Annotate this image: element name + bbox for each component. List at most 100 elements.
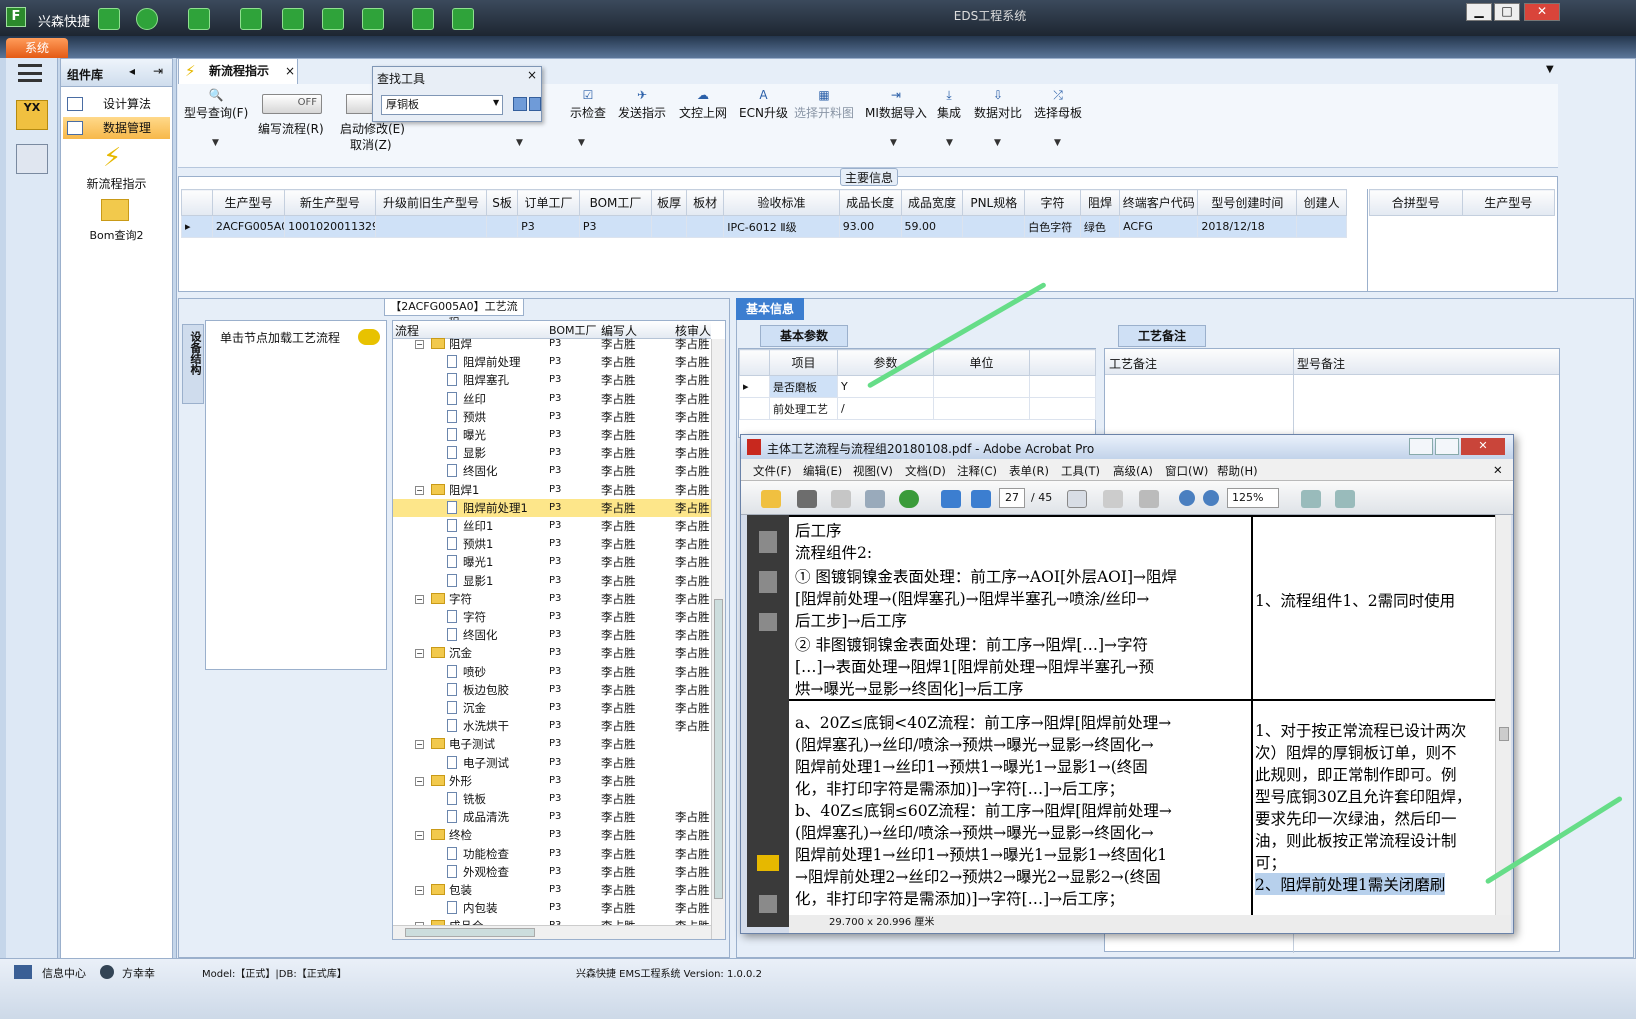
save-icon[interactable] bbox=[831, 490, 851, 508]
dropdown-arrow-icon[interactable]: ▼ bbox=[212, 138, 219, 148]
table-row[interactable]: ▸2ACFG005A010010200113292 P3P3 IPC-6012 Ⅱ级… bbox=[181, 215, 1347, 238]
col-header[interactable]: 型号创建时间 bbox=[1197, 189, 1298, 216]
menu-document[interactable]: 文档(D) bbox=[905, 463, 946, 479]
menu-comment[interactable]: 注释(C) bbox=[957, 463, 997, 479]
close-button[interactable]: ✕ bbox=[1461, 438, 1505, 455]
tree-row[interactable]: − 电子测试 P3 李占胜 bbox=[393, 735, 711, 753]
tree-row[interactable]: 内包装 P3 李占胜 李占胜 bbox=[393, 899, 711, 917]
menu-view[interactable]: 视图(V) bbox=[853, 463, 893, 479]
zoom-out-icon[interactable] bbox=[1179, 490, 1195, 506]
col-header[interactable]: 板材 bbox=[686, 189, 725, 216]
next-icon[interactable] bbox=[529, 97, 541, 111]
select-motherboard-button[interactable]: ⤮ 选择母板 bbox=[1034, 88, 1082, 121]
maximize-button[interactable] bbox=[1435, 438, 1459, 455]
col-header[interactable]: BOM工厂 bbox=[578, 189, 653, 216]
open-folder-icon[interactable] bbox=[761, 490, 781, 508]
tree-row[interactable]: 阻焊前处理 P3 李占胜 李占胜 bbox=[393, 353, 711, 371]
dropdown-arrow-icon[interactable]: ▼ bbox=[1546, 64, 1554, 75]
tree-row[interactable]: − 终检 P3 李占胜 李占胜 bbox=[393, 826, 711, 844]
minimize-button[interactable]: ▁ bbox=[1466, 3, 1492, 21]
info-center[interactable]: 信息中心 bbox=[42, 965, 86, 981]
col-header[interactable]: 创建人 bbox=[1296, 189, 1347, 216]
integrate-button[interactable]: ⤓ 集成 bbox=[937, 88, 961, 121]
check-button[interactable]: ☑ 示检查 bbox=[570, 88, 606, 121]
print-icon[interactable] bbox=[797, 490, 817, 508]
tree-row[interactable]: 铣板 P3 李占胜 bbox=[393, 790, 711, 808]
expand-icon[interactable]: − bbox=[415, 740, 424, 750]
edit-flow-button[interactable]: 编写流程(R) bbox=[258, 120, 324, 137]
finder-select[interactable]: 厚铜板 bbox=[381, 95, 503, 115]
tree-h-scrollbar[interactable] bbox=[393, 925, 711, 939]
menu-form[interactable]: 表单(R) bbox=[1009, 463, 1049, 479]
tab-basic-info[interactable]: 基本信息 bbox=[736, 298, 804, 320]
attachments-icon[interactable] bbox=[759, 895, 777, 913]
tree-row[interactable]: 曝光 P3 李占胜 李占胜 bbox=[393, 426, 711, 444]
yx-logo-icon[interactable]: YX bbox=[16, 100, 48, 130]
prev-icon[interactable] bbox=[513, 97, 527, 111]
next-page-icon[interactable] bbox=[971, 490, 991, 508]
folder-icon[interactable] bbox=[101, 199, 129, 221]
start-modify-toggle[interactable] bbox=[346, 94, 374, 114]
col-header[interactable]: 阻焊 bbox=[1079, 189, 1121, 216]
mi-import-button[interactable]: ⇥ MI数据导入 bbox=[865, 88, 927, 121]
tree-row[interactable]: 阻焊塞孔 P3 李占胜 李占胜 bbox=[393, 371, 711, 389]
launch-new-flow[interactable]: 新流程指示 bbox=[61, 175, 172, 192]
col-header[interactable]: 合拼型号 bbox=[1369, 189, 1463, 216]
expand-icon[interactable]: − bbox=[415, 831, 424, 841]
signatures-icon[interactable] bbox=[759, 613, 777, 631]
tab-process-remark[interactable]: 工艺备注 bbox=[1118, 325, 1206, 347]
col-header[interactable]: 工艺备注 bbox=[1109, 355, 1157, 372]
zoom-select[interactable]: 125% bbox=[1227, 488, 1279, 508]
launch-bom-query[interactable]: Bom查询2 bbox=[61, 227, 172, 243]
expand-icon[interactable]: − bbox=[415, 886, 424, 895]
tree-row[interactable]: 板边包胶 P3 李占胜 李占胜 bbox=[393, 681, 711, 699]
doc-online-button[interactable]: ☁ 文控上网 bbox=[679, 88, 727, 121]
col-header[interactable]: S板 bbox=[486, 189, 519, 216]
tree-scrollbar[interactable] bbox=[711, 339, 725, 939]
col-header[interactable]: 验收标准 bbox=[723, 189, 840, 216]
tree-row[interactable]: 功能检查 P3 李占胜 李占胜 bbox=[393, 845, 711, 863]
dropdown-arrow-icon[interactable]: ▼ bbox=[994, 138, 1001, 148]
grid-icon[interactable] bbox=[14, 965, 32, 979]
minimize-button[interactable] bbox=[1409, 438, 1433, 455]
tree-row[interactable]: 喷砂 P3 李占胜 李占胜 bbox=[393, 663, 711, 681]
tree-row[interactable]: 电子测试 P3 李占胜 bbox=[393, 754, 711, 772]
tree-row[interactable]: 曝光1 P3 李占胜 李占胜 bbox=[393, 553, 711, 571]
dropdown-arrow-icon[interactable]: ▼ bbox=[890, 138, 897, 148]
email-icon[interactable] bbox=[865, 490, 885, 508]
tree-row[interactable]: 成品清洗 P3 李占胜 李占胜 bbox=[393, 808, 711, 826]
send-instruction-button[interactable]: ✈ 发送指示 bbox=[618, 88, 666, 121]
tree-row[interactable]: 显影1 P3 李占胜 李占胜 bbox=[393, 572, 711, 590]
tree-row[interactable]: 沉金 P3 李占胜 李占胜 bbox=[393, 699, 711, 717]
menu-file[interactable]: 文件(F) bbox=[753, 463, 792, 479]
tree-row[interactable]: 终固化 P3 李占胜 李占胜 bbox=[393, 462, 711, 480]
tree-row[interactable]: 字符 P3 李占胜 李占胜 bbox=[393, 608, 711, 626]
maximize-button[interactable]: □ bbox=[1494, 3, 1520, 21]
col-header[interactable]: 型号备注 bbox=[1297, 355, 1345, 372]
select-cut-chart-button[interactable]: ▦ 选择开料图 bbox=[794, 88, 854, 121]
expand-icon[interactable]: − bbox=[415, 649, 424, 659]
select-cursor-icon[interactable] bbox=[1067, 490, 1087, 508]
system-tab[interactable]: 系统 bbox=[6, 38, 68, 58]
dropdown-arrow-icon[interactable]: ▼ bbox=[578, 138, 585, 148]
param-value[interactable]: / bbox=[837, 397, 934, 420]
tree-row[interactable]: − 阻焊1 P3 李占胜 李占胜 bbox=[393, 481, 711, 499]
nav-item-design-algo[interactable]: 设计算法 bbox=[63, 93, 170, 115]
dropdown-arrow-icon[interactable]: ▼ bbox=[516, 138, 523, 148]
tree-row[interactable]: − 字符 P3 李占胜 李占胜 bbox=[393, 590, 711, 608]
lightning-icon[interactable]: ⚡ bbox=[103, 143, 121, 173]
expand-icon[interactable]: − bbox=[415, 776, 424, 786]
collapse-left-icon[interactable]: ◂ bbox=[129, 64, 135, 78]
table-row[interactable]: ▸ 是否磨板 Y bbox=[739, 375, 1096, 398]
ecn-upgrade-button[interactable]: A ECN升级 bbox=[739, 88, 788, 121]
prev-page-icon[interactable] bbox=[941, 490, 961, 508]
menu-tools[interactable]: 工具(T) bbox=[1061, 463, 1100, 479]
close-button[interactable]: ✕ bbox=[1524, 3, 1560, 21]
zoom-tool-icon[interactable] bbox=[1139, 490, 1159, 508]
globe-icon[interactable] bbox=[899, 490, 919, 508]
col-header[interactable]: 成品长度 bbox=[838, 189, 902, 216]
col-header[interactable]: 终端客户代码 bbox=[1119, 189, 1199, 216]
pdf-scrollbar[interactable] bbox=[1495, 515, 1511, 915]
dropdown-arrow-icon[interactable]: ▼ bbox=[946, 138, 953, 148]
tree-row[interactable]: 外观检查 P3 李占胜 李占胜 bbox=[393, 863, 711, 881]
